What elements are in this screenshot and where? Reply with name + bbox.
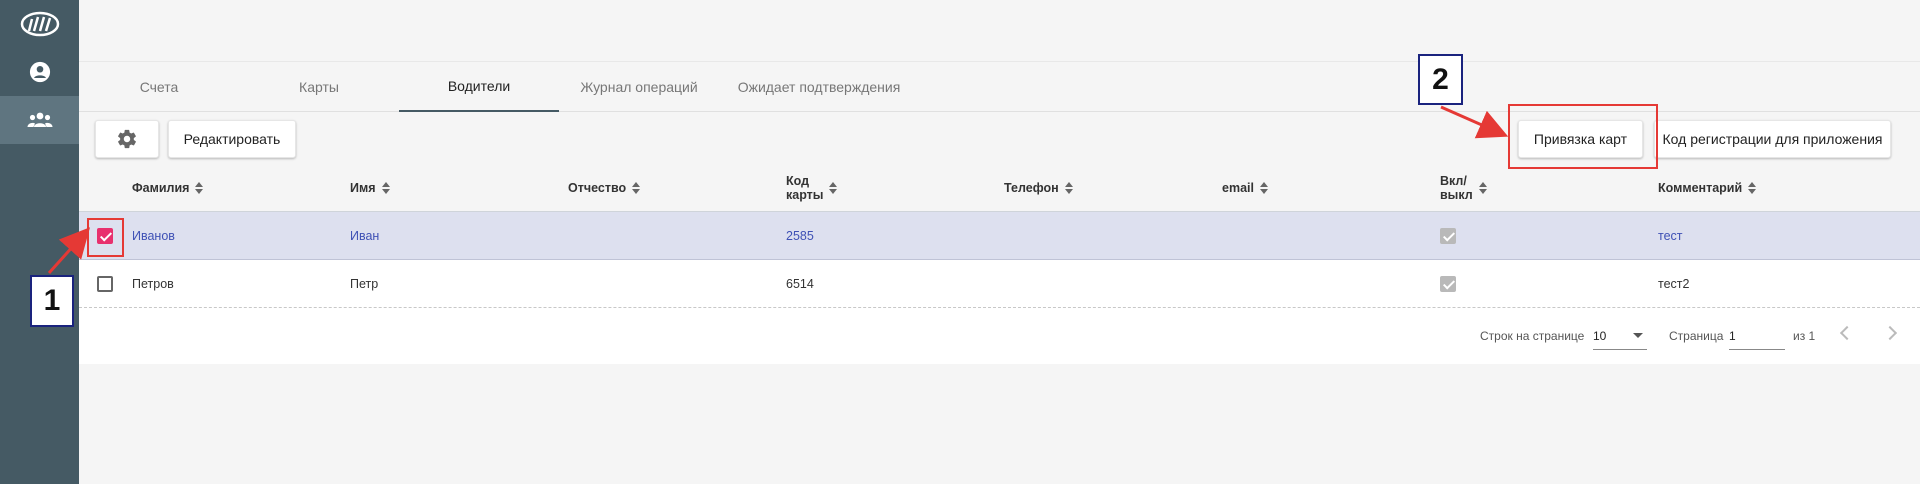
step-badge-2: 2 xyxy=(1418,54,1463,105)
cell-card-code: 6514 xyxy=(786,277,814,291)
cell-first-name: Иван xyxy=(350,229,380,243)
dropdown-caret-icon xyxy=(1633,333,1643,338)
column-header-phone[interactable]: Телефон xyxy=(1004,164,1073,212)
group-icon[interactable] xyxy=(0,96,79,144)
column-header-enabled[interactable]: Вкл/ выкл xyxy=(1440,164,1487,212)
column-header-email[interactable]: email xyxy=(1222,164,1268,212)
highlight-box-bind-cards xyxy=(1508,104,1658,169)
prev-page-icon[interactable] xyxy=(1839,325,1855,341)
top-bar xyxy=(79,0,1920,62)
tab-drivers[interactable]: Водители xyxy=(399,62,559,112)
sort-icon xyxy=(381,182,390,194)
cell-card-code: 2585 xyxy=(786,229,814,243)
sort-icon xyxy=(829,182,838,194)
column-header-first-name[interactable]: Имя xyxy=(350,164,390,212)
sort-icon xyxy=(1748,182,1757,194)
edit-button[interactable]: Редактировать xyxy=(168,120,296,158)
tab-accounts[interactable]: Счета xyxy=(79,62,239,112)
page-input[interactable]: 1 xyxy=(1729,322,1785,350)
rows-per-page-label: Строк на странице xyxy=(1480,329,1585,343)
pagination-bar: Строк на странице 10 Страница 1 из 1 xyxy=(79,308,1920,364)
page-count-label: из 1 xyxy=(1793,329,1816,343)
sort-icon xyxy=(195,182,204,194)
row-checkbox[interactable] xyxy=(97,276,113,292)
sort-icon xyxy=(1259,182,1268,194)
next-page-icon[interactable] xyxy=(1882,325,1898,341)
tab-cards[interactable]: Карты xyxy=(239,62,399,112)
cell-last-name: Петров xyxy=(132,277,174,291)
gear-icon xyxy=(118,129,136,149)
page-label: Страница xyxy=(1669,329,1724,343)
cell-comment: тест2 xyxy=(1658,277,1690,291)
sidebar xyxy=(0,0,79,484)
step-badge-1: 1 xyxy=(30,275,74,327)
cell-comment: тест xyxy=(1658,229,1683,243)
table-row[interactable]: Петров Петр 6514 тест2 xyxy=(79,260,1920,308)
tab-pending-confirmation[interactable]: Ожидает подтверждения xyxy=(719,62,919,112)
registration-code-button[interactable]: Код регистрации для приложения xyxy=(1654,120,1891,158)
rows-per-page-select[interactable]: 10 xyxy=(1593,322,1647,350)
enabled-checkbox xyxy=(1440,276,1456,292)
drivers-table: Фамилия Имя Отчество Код карты Телефон e… xyxy=(79,164,1920,364)
tab-operations-log[interactable]: Журнал операций xyxy=(559,62,719,112)
column-header-last-name[interactable]: Фамилия xyxy=(132,164,204,212)
table-header: Фамилия Имя Отчество Код карты Телефон e… xyxy=(79,164,1920,212)
column-header-middle-name[interactable]: Отчество xyxy=(568,164,641,212)
sort-icon xyxy=(1064,182,1073,194)
column-header-card-code[interactable]: Код карты xyxy=(786,164,838,212)
enabled-checkbox xyxy=(1440,228,1456,244)
settings-button[interactable] xyxy=(95,120,159,158)
sort-icon xyxy=(1478,182,1487,194)
column-header-comment[interactable]: Комментарий xyxy=(1658,164,1757,212)
table-row[interactable]: Иванов Иван 2585 тест xyxy=(79,212,1920,260)
account-icon[interactable] xyxy=(0,48,79,96)
cell-last-name: Иванов xyxy=(132,229,175,243)
sort-icon xyxy=(632,182,641,194)
highlight-box-checkbox xyxy=(87,218,124,257)
app-logo-icon[interactable] xyxy=(0,0,79,48)
cell-first-name: Петр xyxy=(350,277,379,291)
